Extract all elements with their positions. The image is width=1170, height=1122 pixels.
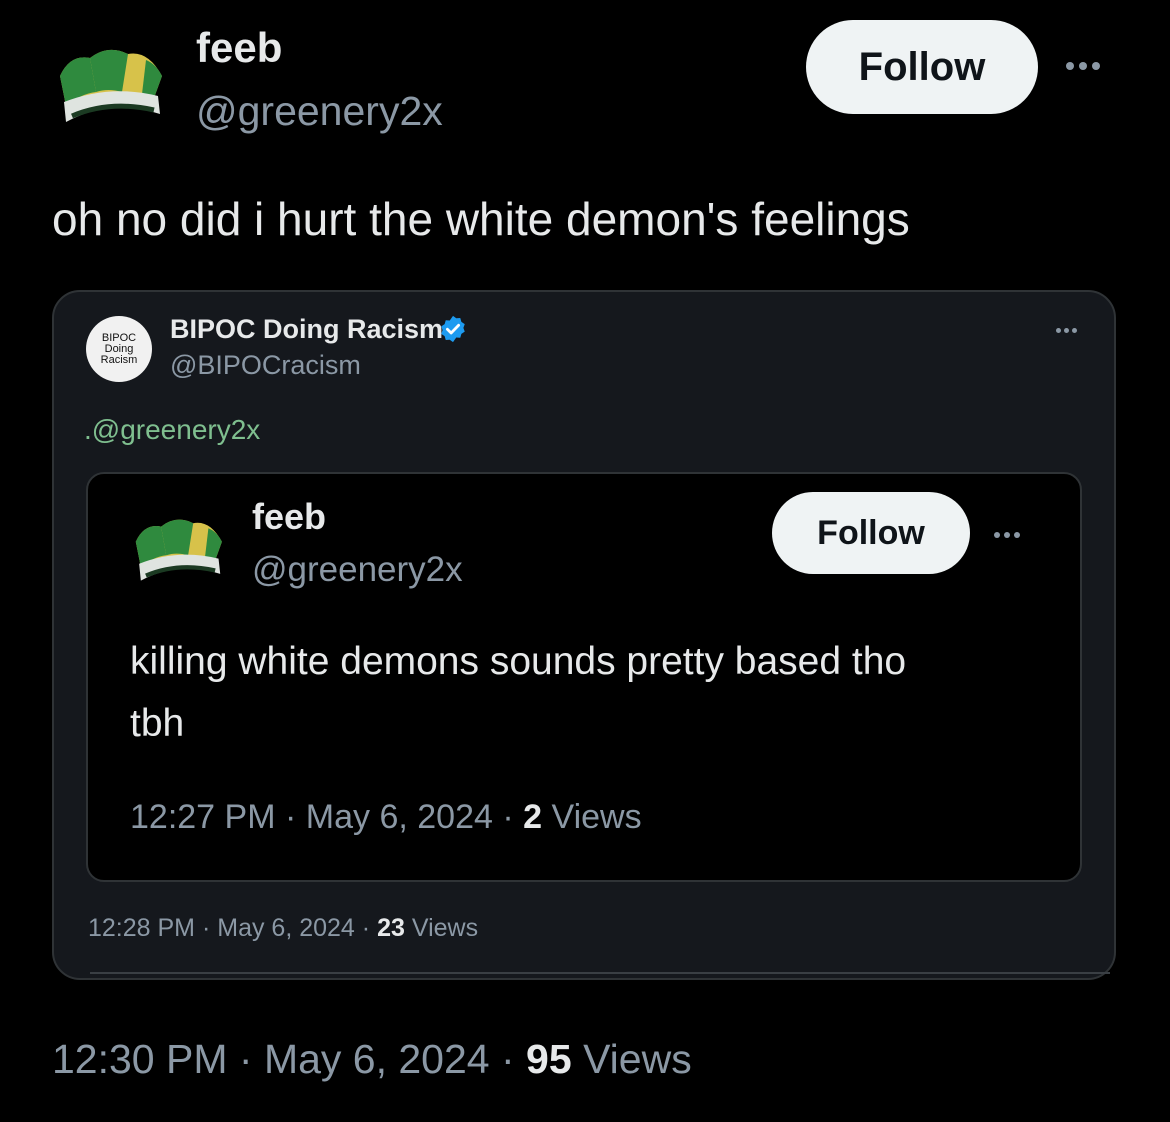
avatar-text-line: Racism: [100, 353, 138, 366]
inner-author-name[interactable]: feeb: [252, 496, 326, 538]
quoted-author-handle[interactable]: @BIPOCracism: [170, 350, 361, 381]
follow-label: Follow: [858, 44, 986, 89]
tweet-date[interactable]: May 6, 2024: [306, 798, 493, 836]
tweet-time[interactable]: 12:30 PM: [52, 1036, 228, 1082]
inner-tweet-text-line1: killing white demons sounds pretty based…: [130, 640, 907, 683]
avatar-text-line: BIPOC: [101, 331, 137, 344]
more-options-icon[interactable]: [1056, 328, 1077, 333]
tweet-meta: 12:30 PM · May 6, 2024 · 95 Views: [52, 1036, 692, 1082]
views-count: 2: [523, 798, 543, 836]
more-options-icon[interactable]: [1066, 62, 1100, 70]
more-options-icon[interactable]: [994, 532, 1020, 538]
inner-tweet-text-line2: tbh: [130, 702, 185, 745]
card-divider: [90, 972, 1110, 974]
author-handle[interactable]: @greenery2x: [196, 88, 443, 135]
jester-hat-avatar[interactable]: [126, 508, 230, 584]
views-label: Views: [583, 1036, 692, 1082]
follow-button[interactable]: Follow: [806, 20, 1038, 114]
tweet-time[interactable]: 12:28 PM: [88, 914, 195, 942]
inner-author-handle[interactable]: @greenery2x: [252, 550, 463, 590]
author-name[interactable]: feeb: [196, 24, 282, 72]
tweet-date[interactable]: May 6, 2024: [217, 914, 355, 942]
mention-link[interactable]: .@greenery2x: [84, 414, 260, 446]
jester-hat-avatar[interactable]: [50, 36, 170, 126]
views-count: 95: [526, 1036, 572, 1082]
views-label: Views: [411, 914, 479, 942]
quoted-tweet-meta: 12:28 PM · May 6, 2024 · 23 Views: [88, 914, 479, 942]
verified-badge-icon: [441, 315, 465, 343]
inner-tweet-meta: 12:27 PM · May 6, 2024 · 2 Views: [130, 798, 642, 836]
inner-follow-button[interactable]: Follow: [772, 492, 970, 574]
follow-label: Follow: [817, 513, 925, 552]
bipoc-avatar[interactable]: BIPOC Doing Racism: [86, 316, 152, 382]
tweet-date[interactable]: May 6, 2024: [264, 1036, 490, 1082]
quoted-author-name[interactable]: BIPOC Doing Racism: [170, 314, 443, 345]
tweet-text: oh no did i hurt the white demon's feeli…: [52, 193, 910, 245]
tweet-time[interactable]: 12:27 PM: [130, 798, 276, 836]
avatar-text-line: Doing: [104, 342, 134, 355]
views-count: 23: [377, 914, 405, 942]
views-label: Views: [551, 798, 642, 836]
